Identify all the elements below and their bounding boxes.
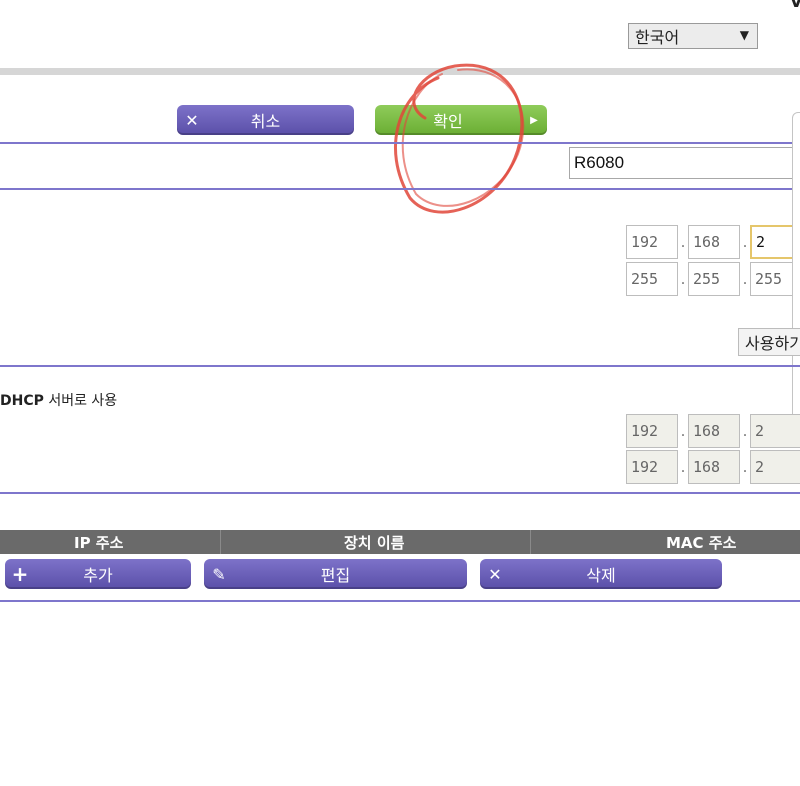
octet-dot: . — [742, 422, 748, 440]
subnet-octet-input[interactable]: 255 — [688, 262, 740, 296]
plus-icon: + — [11, 562, 29, 586]
octet-dot: . — [680, 458, 686, 476]
ip-octet-input[interactable]: 192 — [626, 225, 678, 259]
add-button[interactable]: + 추가 — [5, 559, 191, 589]
language-select-value: 한국어 — [635, 28, 680, 47]
dhcp-start-octet[interactable]: 2 — [750, 414, 800, 448]
apply-button-label: 사용하기 — [745, 334, 800, 353]
subnet-octet-input[interactable]: 255 — [626, 262, 678, 296]
side-panel — [792, 112, 800, 430]
dhcp-end-address: 192 . 168 . 2 — [626, 450, 800, 484]
section-rule — [0, 600, 800, 602]
column-header-device-name: 장치 이름 — [344, 534, 405, 552]
dhcp-label-bold: DHCP — [0, 393, 44, 409]
edit-button[interactable]: ✎ 편집 — [204, 559, 467, 589]
pencil-icon: ✎ — [212, 564, 226, 584]
section-rule — [0, 365, 800, 367]
add-button-label: 추가 — [83, 566, 113, 585]
chevron-down-icon: ▼ — [739, 28, 749, 42]
dhcp-label-rest: 서버로 사용 — [43, 393, 118, 409]
column-separator — [220, 530, 221, 554]
close-icon: ✕ — [488, 564, 502, 584]
device-name-value: R6080 — [574, 153, 625, 172]
dhcp-start-address: 192 . 168 . 2 — [626, 414, 800, 448]
close-icon: ✕ — [185, 110, 199, 130]
language-select[interactable]: 한국어 ▼ — [628, 23, 758, 49]
octet-dot: . — [680, 422, 686, 440]
edit-button-label: 편집 — [320, 566, 351, 585]
octet-dot: . — [742, 458, 748, 476]
dhcp-start-octet[interactable]: 192 — [626, 414, 678, 448]
apply-button[interactable]: 사용하기 — [738, 328, 800, 356]
ip-octet-input[interactable]: 168 — [688, 225, 740, 259]
header-corner-letter: V — [790, 0, 800, 11]
red-annotation-circle — [394, 63, 525, 214]
lan-ip-address: 192 . 168 . 2 — [626, 225, 800, 259]
section-rule — [0, 492, 800, 494]
octet-dot: . — [680, 233, 686, 251]
octet-dot: . — [742, 270, 748, 288]
cancel-button-label: 취소 — [250, 112, 281, 131]
column-separator — [530, 530, 531, 554]
column-header-mac: MAC 주소 — [666, 534, 737, 552]
octet-dot: . — [680, 270, 686, 288]
delete-button-label: 삭제 — [586, 566, 616, 585]
column-header-ip: IP 주소 — [74, 534, 124, 552]
device-name-input[interactable]: R6080 — [569, 147, 800, 179]
dhcp-end-octet[interactable]: 168 — [688, 450, 740, 484]
dhcp-end-octet[interactable]: 192 — [626, 450, 678, 484]
lan-subnet-mask: 255 . 255 . 255 — [626, 262, 800, 296]
cancel-button[interactable]: ✕ 취소 — [177, 105, 354, 135]
delete-button[interactable]: ✕ 삭제 — [480, 559, 722, 589]
dhcp-end-octet[interactable]: 2 — [750, 450, 800, 484]
dhcp-start-octet[interactable]: 168 — [688, 414, 740, 448]
section-rule — [0, 188, 800, 190]
dhcp-server-label: DHCP 서버로 사용 — [0, 390, 117, 410]
octet-dot: . — [742, 233, 748, 251]
section-rule — [0, 142, 800, 144]
reservation-table-header: IP 주소 장치 이름 MAC 주소 — [0, 530, 800, 554]
